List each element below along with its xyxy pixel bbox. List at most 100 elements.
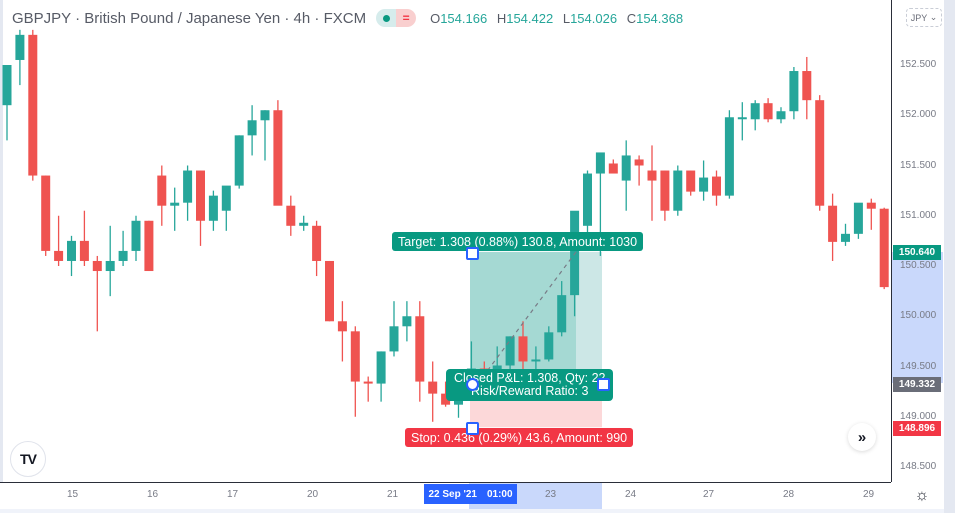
candle-body (737, 117, 747, 120)
candle-body (54, 250, 64, 261)
candle-body (350, 331, 360, 382)
time-tick: 17 (227, 489, 239, 500)
close-value: 154.368 (636, 10, 684, 26)
candle (660, 170, 670, 221)
width-handle[interactable] (597, 378, 610, 391)
candle-body (583, 173, 592, 226)
candle-body (402, 316, 412, 327)
close-label: C (626, 10, 637, 26)
candle-body (105, 260, 115, 272)
candle-body (557, 295, 567, 333)
market-status[interactable]: = (376, 9, 417, 27)
candle-body (196, 170, 205, 221)
candle (260, 110, 270, 161)
candle (712, 170, 721, 206)
candle (131, 215, 141, 261)
candle-body (879, 208, 889, 288)
candle-body (260, 110, 270, 121)
stop-label[interactable]: Stop: 0.436 (0.29%) 43.6, Amount: 990 (405, 428, 634, 447)
high-value: 154.422 (506, 10, 554, 26)
candle-body (325, 260, 334, 322)
price-tick: 151.500 (900, 159, 937, 171)
selected-date: 22 Sep '21 (428, 488, 477, 500)
candle-body (595, 152, 605, 174)
candle-body (621, 155, 631, 181)
candle-body (389, 326, 399, 352)
candle-body (247, 120, 257, 136)
candle-body (712, 176, 721, 196)
candle (376, 351, 386, 402)
time-tick: 28 (783, 489, 795, 500)
market-open-icon (376, 9, 397, 27)
candle-body (208, 195, 218, 221)
candle-body (131, 220, 141, 251)
candle-body (428, 381, 438, 394)
chart-header: GBPJPY · British Pound / Japanese Yen · … (12, 8, 689, 28)
candle-body (802, 71, 812, 101)
candle (92, 255, 102, 332)
candle (337, 301, 347, 362)
candle (363, 376, 373, 402)
time-tick: 23 (545, 489, 557, 500)
open-label: O (430, 10, 441, 26)
entry-handle[interactable] (466, 378, 479, 391)
candle (841, 223, 850, 246)
candle-body (221, 185, 231, 211)
candle-body (299, 222, 309, 226)
candle-body (673, 170, 683, 211)
candle-body (750, 103, 760, 120)
candle (750, 100, 760, 131)
candle (54, 215, 64, 266)
candle-body (157, 175, 167, 206)
candle (415, 301, 425, 402)
time-tick: 24 (625, 489, 637, 500)
candle-body (634, 159, 644, 166)
candle-body (853, 202, 863, 234)
candle (41, 175, 51, 256)
candle (866, 198, 876, 230)
candle (208, 190, 218, 231)
time-tick: 29 (863, 489, 875, 500)
settings-gear-icon[interactable]: ☼ (912, 487, 932, 505)
price-tick: 149.500 (900, 360, 937, 372)
candle (325, 260, 334, 322)
scroll-to-realtime-button[interactable]: » (848, 423, 876, 451)
candle (28, 29, 38, 181)
currency-selector[interactable]: JPY ⌄ (906, 8, 942, 27)
candle-body (2, 65, 12, 106)
target-price-label: 150.640 (893, 245, 941, 260)
candle (2, 65, 12, 141)
candle-body (41, 175, 51, 251)
candle (79, 210, 89, 266)
target-handle[interactable] (466, 247, 479, 260)
candle (454, 400, 463, 418)
candle (105, 225, 115, 297)
price-tick: 150.000 (900, 310, 937, 322)
candle-body (92, 260, 102, 272)
candle (312, 220, 322, 277)
candle (234, 135, 244, 189)
candle-body (608, 163, 618, 174)
candle (853, 202, 863, 239)
time-crosshair-badge: 22 Sep '21 01:00 (424, 484, 517, 504)
price-tick: 152.000 (900, 109, 937, 121)
stop-handle[interactable] (466, 422, 479, 435)
time-tick: 20 (307, 489, 319, 500)
candle-body (828, 205, 838, 242)
candle (583, 170, 592, 241)
candle-body (234, 135, 244, 186)
candle (802, 56, 812, 120)
candle (144, 220, 154, 272)
tradingview-logo[interactable]: TV (10, 441, 46, 477)
stop-price-label: 148.896 (893, 421, 941, 436)
symbol-title[interactable]: GBPJPY · British Pound / Japanese Yen · … (12, 10, 366, 27)
candle-body (337, 321, 347, 332)
current-price-label: 149.332 (893, 377, 941, 392)
candle (170, 187, 180, 231)
time-tick: 21 (387, 489, 399, 500)
candle-body (183, 170, 193, 203)
target-label[interactable]: Target: 1.308 (0.88%) 130.8, Amount: 103… (392, 232, 644, 251)
price-axis[interactable] (891, 0, 944, 482)
candle (273, 100, 283, 206)
candle (389, 301, 399, 357)
